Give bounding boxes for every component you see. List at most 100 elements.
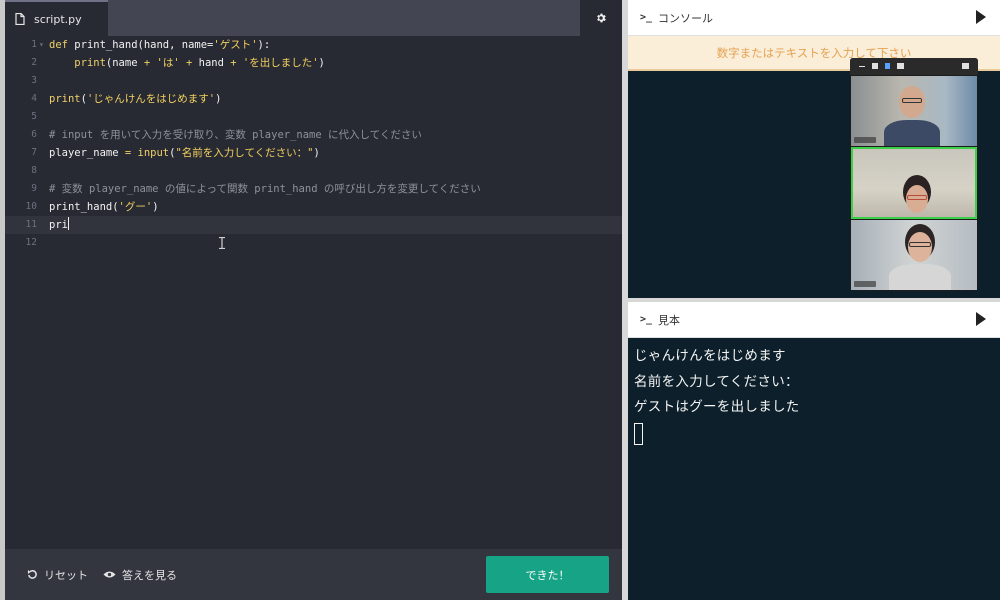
code-text: def print_hand(hand, name='ゲスト'):	[49, 36, 270, 54]
code-text: # 変数 player_name の値によって関数 print_hand の呼び…	[49, 180, 481, 198]
code-line[interactable]: 4 print('じゃんけんをはじめます')	[5, 90, 622, 108]
participant-name-tag	[854, 281, 876, 287]
line-number: 4	[31, 93, 37, 104]
line-number: 1	[31, 39, 37, 50]
code-text: player_name = input("名前を入力してください：")	[49, 144, 320, 162]
code-line[interactable]: 1 ▾ def print_hand(hand, name='ゲスト'):	[5, 36, 622, 54]
code-token: print	[49, 93, 81, 105]
code-token: 'ゲスト'	[213, 39, 258, 51]
code-token: pri	[49, 219, 68, 231]
code-token: "名前を入力してください："	[175, 147, 314, 159]
sample-run-button[interactable]	[976, 312, 986, 326]
code-token: +	[185, 57, 199, 69]
code-area[interactable]: 1 ▾ def print_hand(hand, name='ゲスト'): 2 pri…	[5, 36, 622, 549]
code-token: +	[230, 57, 243, 69]
editor-action-bar: リセット 答えを見る できた！	[5, 549, 622, 600]
sample-output-line: ゲストはグーを出しました	[634, 399, 800, 415]
fold-toggle-icon[interactable]: ▾	[39, 36, 44, 54]
code-token: 'グー'	[118, 201, 153, 213]
code-line[interactable]: 7 player_name = input("名前を入力してください：")	[5, 144, 622, 162]
code-token: )	[313, 147, 320, 159]
code-line[interactable]: 10 print_hand('グー')	[5, 198, 622, 216]
terminal-prompt-icon: >_	[640, 314, 653, 325]
code-text: print(name + 'は' + hand + 'を出しました')	[49, 54, 325, 72]
code-line[interactable]: 12	[5, 234, 622, 252]
video-tile-participant-1[interactable]	[851, 76, 977, 146]
code-token: +	[143, 57, 157, 69]
sample-output-line: じゃんけんをはじめます	[634, 348, 786, 364]
code-line[interactable]: 6 # input を用いて入力を受け取り、変数 player_name に代入し…	[5, 126, 622, 144]
code-token: input	[137, 147, 170, 159]
code-token: player_name	[49, 147, 125, 159]
code-text: print('じゃんけんをはじめます')	[49, 90, 221, 108]
code-text: pri	[49, 216, 69, 234]
code-token: print_hand(hand, name=	[74, 39, 214, 51]
line-number: 12	[25, 237, 37, 248]
sample-panel: >_ 見本 じゃんけんをはじめます 名前を入力してください： ゲストはグーを出し…	[628, 302, 1000, 600]
text-caret	[67, 217, 69, 230]
code-token: 'じゃんけんをはじめます'	[86, 93, 216, 105]
line-number: 3	[31, 75, 37, 86]
line-number: 6	[31, 129, 37, 140]
file-icon	[15, 13, 25, 25]
line-number: 2	[31, 57, 37, 68]
code-token: 'を出しました'	[242, 57, 319, 69]
show-answer-button[interactable]: 答えを見る	[103, 549, 177, 600]
code-token: )	[152, 201, 159, 213]
code-token: # input を用いて入力を受け取り、変数 player_name に代入して…	[49, 129, 422, 141]
reset-button[interactable]: リセット	[27, 549, 88, 600]
video-call-window[interactable]	[850, 58, 978, 291]
code-token: hand	[198, 57, 231, 69]
file-tab-script[interactable]: script.py	[5, 0, 108, 36]
code-line[interactable]: 11 pri	[5, 216, 622, 234]
code-editor-panel: script.py 1 ▾ def print_hand(hand, name='ゲ…	[5, 0, 622, 600]
code-token: ):	[257, 39, 271, 51]
settings-button[interactable]	[580, 0, 622, 36]
video-tile-participant-2[interactable]	[851, 147, 977, 219]
minimize-icon[interactable]	[859, 66, 865, 67]
code-line[interactable]: 3	[5, 72, 622, 90]
video-tile-participant-3[interactable]	[851, 220, 977, 290]
window-icon[interactable]	[872, 63, 878, 69]
code-token: # 変数 player_name の値によって関数 print_hand の呼び…	[49, 183, 481, 195]
line-number: 7	[31, 147, 37, 158]
eye-icon	[103, 571, 116, 578]
code-token: )	[318, 57, 325, 69]
code-line[interactable]: 5	[5, 108, 622, 126]
line-number: 11	[25, 219, 37, 230]
console-title: コンソール	[658, 11, 714, 25]
show-answer-label: 答えを見る	[122, 568, 177, 582]
code-line[interactable]: 2 print(name + 'は' + hand + 'を出しました')	[5, 54, 622, 72]
code-token: )	[215, 93, 222, 105]
sample-output-line: 名前を入力してください：	[634, 373, 799, 390]
pin-icon[interactable]	[962, 63, 969, 69]
sample-output: じゃんけんをはじめます 名前を入力してください： ゲストはグーを出しました	[628, 338, 1000, 600]
code-token: =	[124, 147, 138, 159]
line-number: 10	[25, 201, 37, 212]
participant-name-tag	[854, 137, 876, 143]
code-token: print_hand(	[49, 201, 119, 213]
speaker-view-icon[interactable]	[885, 63, 890, 69]
code-token: def	[49, 39, 75, 51]
text-cursor-icon	[219, 237, 225, 249]
done-label: できた！	[525, 568, 570, 582]
code-token: print	[74, 57, 106, 69]
video-call-toolbar	[850, 58, 978, 75]
line-number: 9	[31, 183, 37, 194]
code-token: 'は'	[156, 57, 186, 69]
editor-tab-bar: script.py	[5, 0, 622, 36]
terminal-prompt-icon: >_	[640, 12, 653, 23]
code-line[interactable]: 9 # 変数 player_name の値によって関数 print_hand の呼…	[5, 180, 622, 198]
gear-icon	[597, 13, 606, 23]
reset-icon	[27, 569, 37, 579]
sample-title: 見本	[658, 313, 681, 327]
file-tab-label: script.py	[34, 12, 82, 26]
code-text: print_hand('グー')	[49, 198, 159, 216]
sample-header: >_ 見本	[628, 302, 1000, 338]
console-run-button[interactable]	[976, 10, 986, 24]
done-button[interactable]: できた！	[486, 556, 609, 593]
grid-view-icon[interactable]	[897, 63, 904, 69]
code-token: (name	[105, 57, 144, 69]
code-line[interactable]: 8	[5, 162, 622, 180]
